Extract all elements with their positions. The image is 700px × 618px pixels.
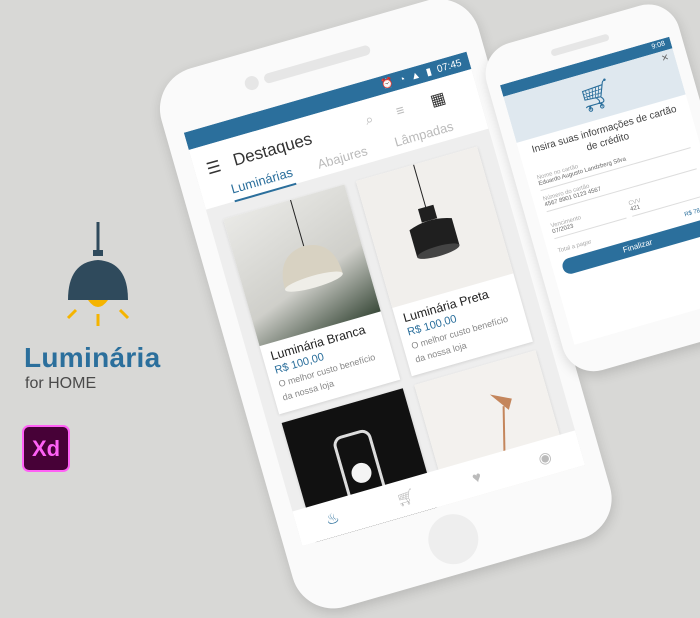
brand-title: Luminária (24, 342, 161, 373)
camera-icon (243, 74, 261, 92)
battery-icon: ▮ (424, 65, 433, 78)
flame-icon[interactable]: ♨ (324, 508, 342, 529)
adobe-xd-logo-icon: Xd (22, 425, 70, 472)
tagline-prefix: for (25, 375, 49, 392)
speaker-grill (550, 33, 610, 57)
brand-panel: Luminária for HOME Xd (0, 0, 200, 500)
search-icon[interactable]: ⌕ (363, 110, 375, 129)
brand-tagline: for HOME (25, 375, 96, 393)
heart-icon[interactable]: ♥ (470, 468, 483, 487)
tab-abajures[interactable]: Abajures (316, 143, 369, 172)
speaker-grill (262, 44, 372, 85)
list-icon[interactable]: ≡ (394, 101, 406, 119)
total-amount: R$ 78,90 (683, 205, 700, 219)
menu-icon[interactable]: ☰ (204, 156, 223, 179)
signal-icon: ▲ (409, 68, 422, 83)
lamp-logo-icon (66, 222, 130, 326)
alarm-icon: ⏰ (379, 76, 395, 91)
tagline-strong: HOME (48, 375, 97, 392)
home-button (422, 508, 485, 571)
tab-lampadas[interactable]: Lâmpadas (393, 119, 456, 150)
close-icon[interactable]: ✕ (660, 52, 670, 65)
shopping-cart-icon: 🛒︎ (575, 75, 618, 116)
wifi-icon: ◔ (397, 73, 407, 86)
grid-icon[interactable]: ▦ (428, 88, 448, 111)
cart-icon[interactable]: 🛒︎ (394, 486, 417, 509)
user-icon[interactable]: ◉ (536, 447, 553, 468)
tab-luminarias[interactable]: Luminárias (229, 164, 297, 203)
